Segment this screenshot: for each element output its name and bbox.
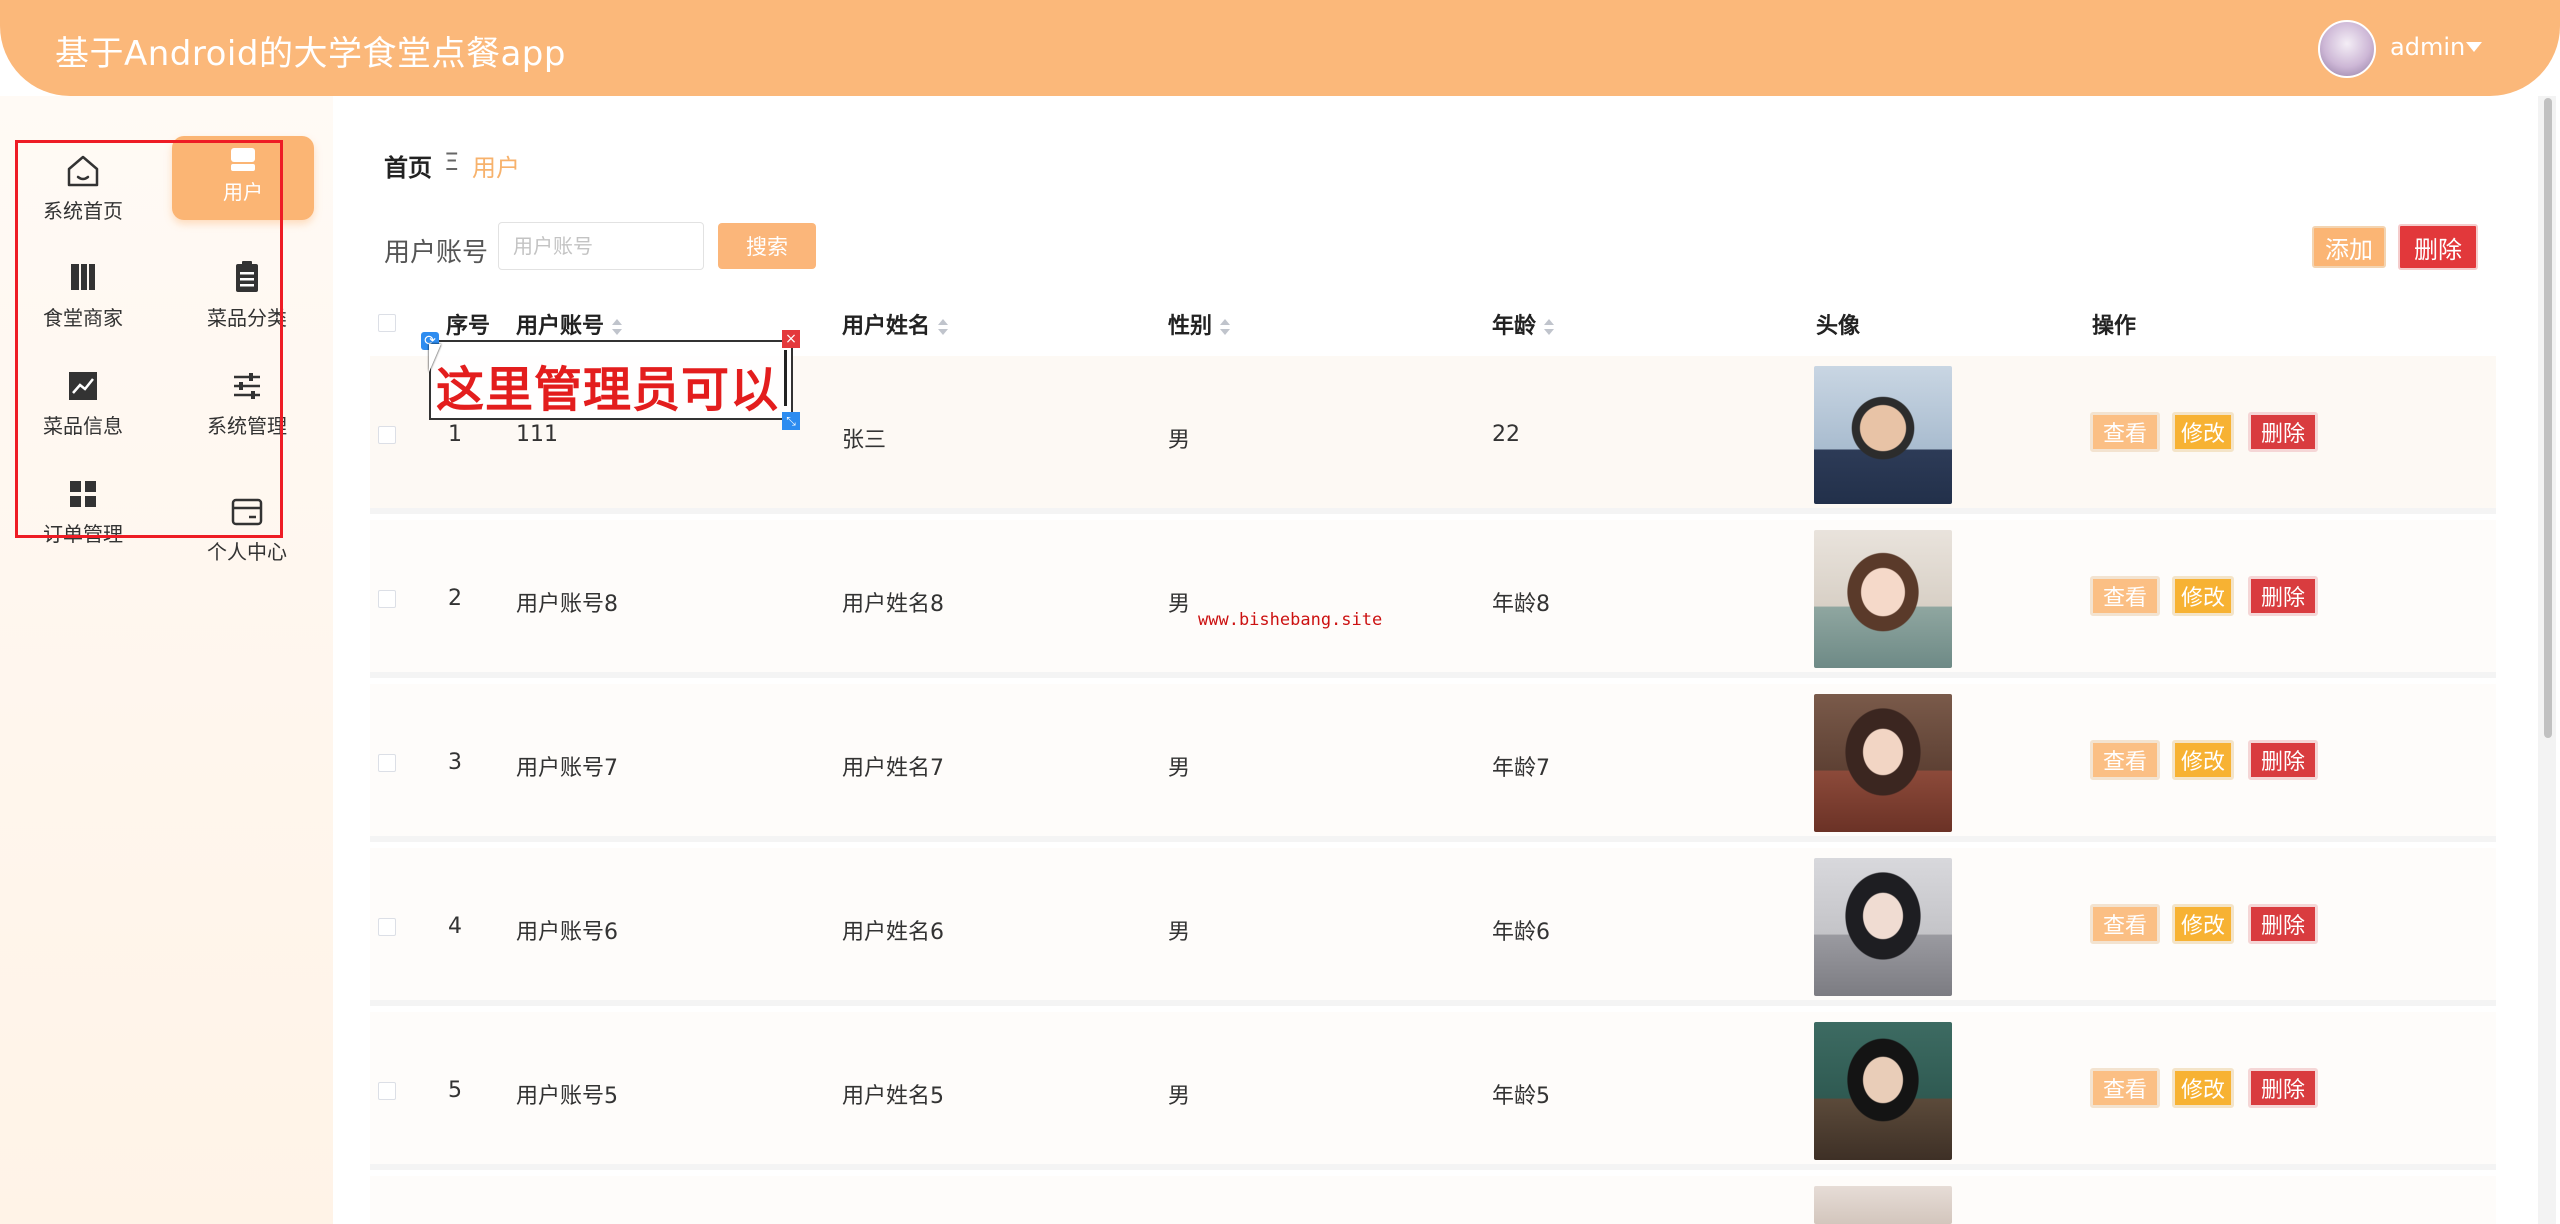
table-row bbox=[370, 1176, 2496, 1224]
search-input[interactable] bbox=[498, 222, 704, 270]
breadcrumb-current: 用户 bbox=[472, 154, 520, 182]
column-gender[interactable]: 性别 bbox=[1168, 308, 1231, 340]
cell-gender: 男 bbox=[1168, 920, 1191, 945]
view-button[interactable]: 查看 bbox=[2090, 904, 2160, 944]
cell-account: 用户账号5 bbox=[516, 1084, 618, 1109]
table-row: 4 用户账号6 用户姓名6 男 年龄6 查看 修改 删除 bbox=[370, 848, 2496, 1006]
highlight-box bbox=[15, 140, 283, 538]
view-button[interactable]: 查看 bbox=[2090, 576, 2160, 616]
edit-button[interactable]: 修改 bbox=[2172, 576, 2234, 616]
cell-account: 用户账号7 bbox=[516, 756, 618, 781]
cell-account: 用户账号6 bbox=[516, 920, 618, 945]
breadcrumb-separator: Ξ bbox=[444, 148, 460, 176]
edit-button[interactable]: 修改 bbox=[2172, 904, 2234, 944]
chevron-down-icon[interactable] bbox=[2466, 42, 2482, 52]
app-header: 基于Android的大学食堂点餐app admin bbox=[0, 0, 2560, 96]
cell-index: 3 bbox=[448, 750, 462, 775]
cell-age: 年龄7 bbox=[1492, 756, 1550, 781]
column-index: 序号 bbox=[446, 314, 491, 339]
cell-account: 用户账号8 bbox=[516, 592, 618, 617]
cell-name: 用户姓名6 bbox=[842, 920, 944, 945]
cell-gender: 男 bbox=[1168, 756, 1191, 781]
avatar-photo bbox=[1814, 530, 1952, 668]
delete-button[interactable]: 删除 bbox=[2248, 576, 2318, 616]
cell-index: 2 bbox=[448, 586, 462, 611]
table-row: 5 用户账号5 用户姓名5 男 年龄5 查看 修改 删除 bbox=[370, 1012, 2496, 1170]
cell-index: 4 bbox=[448, 914, 462, 939]
avatar-photo bbox=[1814, 858, 1952, 996]
scrollbar-thumb[interactable] bbox=[2544, 98, 2552, 738]
sort-icon[interactable] bbox=[1544, 317, 1555, 337]
avatar-photo bbox=[1814, 366, 1952, 504]
breadcrumb-home[interactable]: 首页 bbox=[384, 148, 432, 183]
app-title: 基于Android的大学食堂点餐app bbox=[55, 34, 566, 74]
column-name[interactable]: 用户姓名 bbox=[842, 308, 949, 340]
delete-button[interactable]: 删除 bbox=[2248, 740, 2318, 780]
table-row: 3 用户账号7 用户姓名7 男 年龄7 查看 修改 删除 bbox=[370, 684, 2496, 842]
avatar-photo bbox=[1814, 694, 1952, 832]
cell-name: 用户姓名8 bbox=[842, 592, 944, 617]
view-button[interactable]: 查看 bbox=[2090, 412, 2160, 452]
column-age[interactable]: 年龄 bbox=[1492, 308, 1555, 340]
column-actions: 操作 bbox=[2092, 314, 2137, 339]
resize-handle-icon[interactable]: ⤡ bbox=[782, 412, 800, 430]
column-label: 性别 bbox=[1168, 314, 1213, 339]
avatar-photo bbox=[1814, 1022, 1952, 1160]
cell-age: 年龄6 bbox=[1492, 920, 1550, 945]
row-checkbox[interactable] bbox=[378, 426, 396, 444]
column-label: 用户账号 bbox=[516, 314, 605, 339]
view-button[interactable]: 查看 bbox=[2090, 1068, 2160, 1108]
table-row: 2 用户账号8 用户姓名8 男 年龄8 查看 修改 删除 bbox=[370, 520, 2496, 678]
close-icon[interactable]: × bbox=[782, 330, 800, 348]
admin-avatar[interactable] bbox=[2318, 20, 2376, 78]
watermark: www.bishebang.site bbox=[1198, 610, 1383, 630]
add-button[interactable]: 添加 bbox=[2312, 226, 2386, 268]
admin-username[interactable]: admin bbox=[2390, 33, 2465, 61]
row-checkbox[interactable] bbox=[378, 918, 396, 936]
cell-age: 22 bbox=[1492, 422, 1520, 447]
edit-button[interactable]: 修改 bbox=[2172, 740, 2234, 780]
sidebar-item-label: 个人中心 bbox=[207, 540, 287, 564]
column-label: 用户姓名 bbox=[842, 314, 931, 339]
edit-button[interactable]: 修改 bbox=[2172, 412, 2234, 452]
text-caret bbox=[784, 350, 787, 406]
column-avatar: 头像 bbox=[1816, 314, 1861, 339]
cell-name: 张三 bbox=[842, 428, 887, 453]
search-label: 用户账号 bbox=[384, 238, 489, 268]
annotation-text[interactable]: 这里管理员可以 bbox=[436, 350, 779, 420]
delete-button[interactable]: 删除 bbox=[2248, 412, 2318, 452]
column-account[interactable]: 用户账号 bbox=[516, 308, 623, 340]
cell-age: 年龄8 bbox=[1492, 592, 1550, 617]
view-button[interactable]: 查看 bbox=[2090, 740, 2160, 780]
sort-icon[interactable] bbox=[612, 317, 623, 337]
sort-icon[interactable] bbox=[938, 317, 949, 337]
cell-index: 1 bbox=[448, 422, 462, 447]
cell-gender: 男 bbox=[1168, 592, 1191, 617]
search-button[interactable]: 搜索 bbox=[718, 223, 816, 269]
bulk-delete-button[interactable]: 删除 bbox=[2398, 224, 2478, 270]
row-checkbox[interactable] bbox=[378, 590, 396, 608]
cell-account: 111 bbox=[516, 422, 558, 447]
row-checkbox[interactable] bbox=[378, 754, 396, 772]
cell-index: 5 bbox=[448, 1078, 462, 1103]
cell-name: 用户姓名7 bbox=[842, 756, 944, 781]
cell-name: 用户姓名5 bbox=[842, 1084, 944, 1109]
edit-button[interactable]: 修改 bbox=[2172, 1068, 2234, 1108]
cell-gender: 男 bbox=[1168, 428, 1191, 453]
sort-icon[interactable] bbox=[1220, 317, 1231, 337]
cell-gender: 男 bbox=[1168, 1084, 1191, 1109]
avatar-photo bbox=[1814, 1186, 1952, 1224]
delete-button[interactable]: 删除 bbox=[2248, 1068, 2318, 1108]
cell-age: 年龄5 bbox=[1492, 1084, 1550, 1109]
mouse-cursor-icon bbox=[429, 344, 441, 372]
delete-button[interactable]: 删除 bbox=[2248, 904, 2318, 944]
row-checkbox[interactable] bbox=[378, 1082, 396, 1100]
column-label: 年龄 bbox=[1492, 314, 1537, 339]
select-all-checkbox[interactable] bbox=[378, 314, 396, 332]
